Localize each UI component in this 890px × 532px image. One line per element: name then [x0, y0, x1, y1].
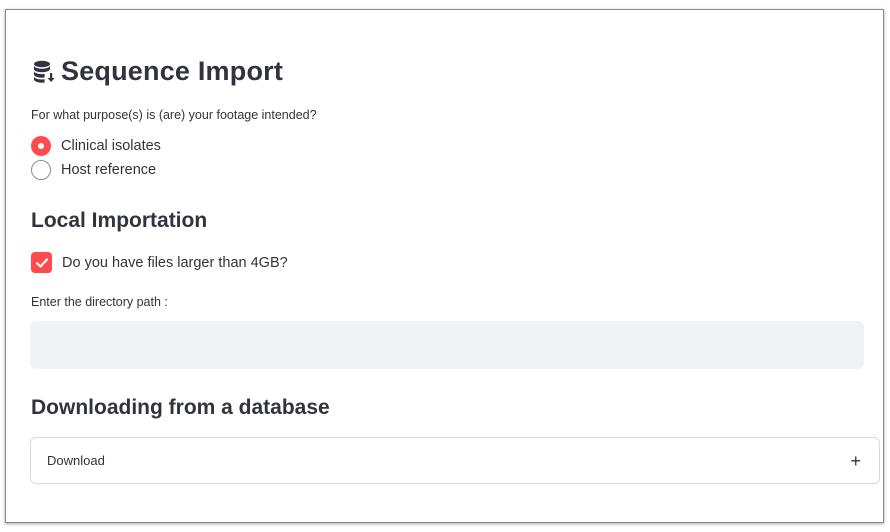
- checkbox-checked-icon[interactable]: [31, 252, 52, 273]
- radio-label: Clinical isolates: [61, 138, 161, 154]
- radio-clinical-isolates[interactable]: Clinical isolates: [31, 136, 161, 156]
- directory-path-label: Enter the directory path :: [31, 295, 168, 309]
- database-download-icon: [34, 60, 55, 83]
- large-files-checkbox-row[interactable]: Do you have files larger than 4GB?: [31, 252, 288, 273]
- checkmark-icon: [35, 257, 48, 268]
- download-expander[interactable]: Download +: [30, 437, 880, 484]
- local-importation-heading: Local Importation: [31, 209, 208, 232]
- page-title: Sequence Import: [31, 55, 283, 87]
- purpose-question: For what purpose(s) is (are) your footag…: [31, 108, 317, 122]
- page-title-text: Sequence Import: [61, 55, 284, 86]
- radio-selected-icon[interactable]: [31, 136, 51, 156]
- directory-path-input[interactable]: [30, 321, 864, 369]
- plus-icon[interactable]: +: [850, 452, 861, 470]
- radio-unselected-icon[interactable]: [31, 160, 51, 180]
- database-heading: Downloading from a database: [31, 396, 330, 419]
- expander-label: Download: [47, 453, 105, 468]
- radio-label: Host reference: [61, 162, 157, 178]
- checkbox-label: Do you have files larger than 4GB?: [62, 254, 288, 271]
- radio-host-reference[interactable]: Host reference: [31, 160, 156, 180]
